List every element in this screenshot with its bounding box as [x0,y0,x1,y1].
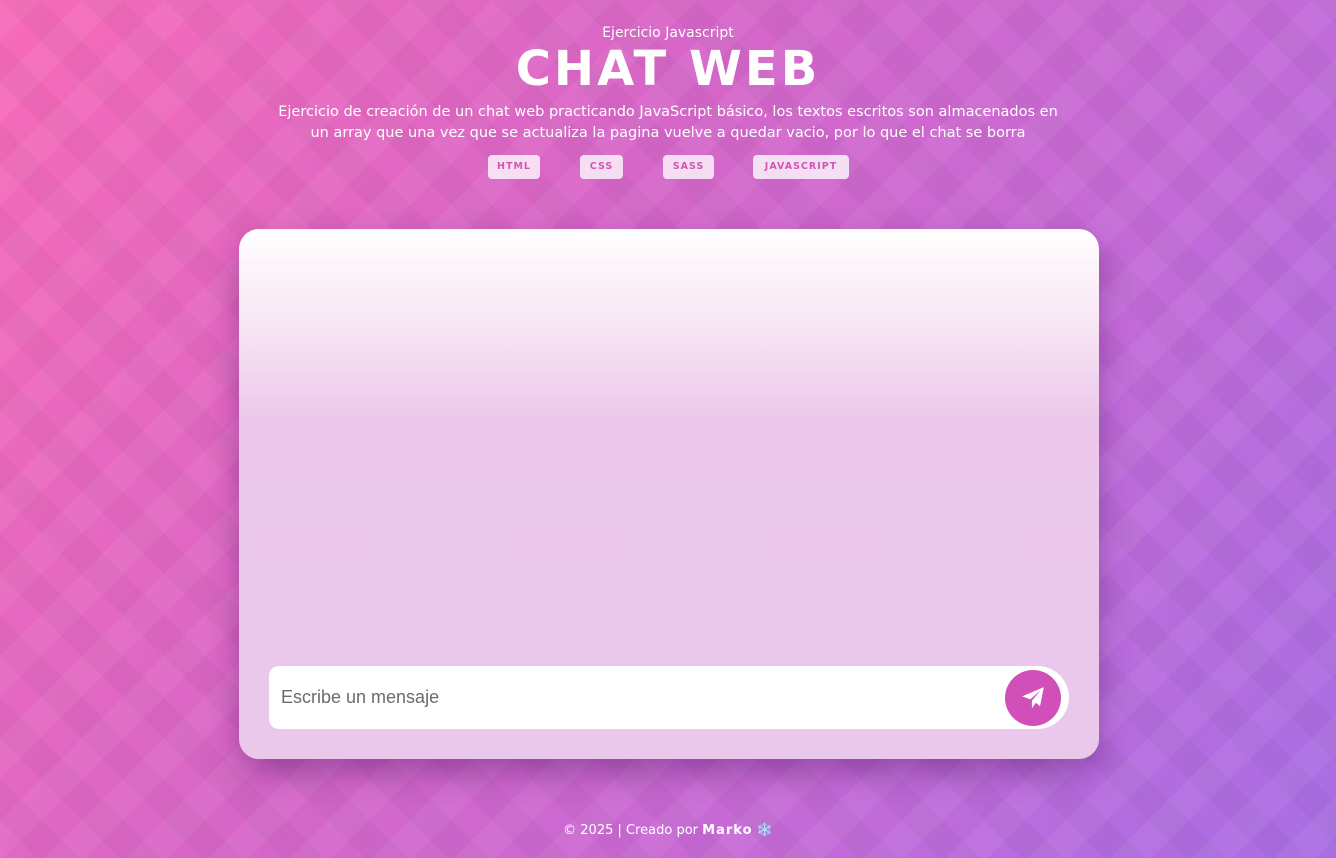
tech-tags: HTML CSS SASS JAVASCRIPT [0,155,1336,179]
tag-html: HTML [488,155,540,179]
footer-copyright: © 2025 | Creado por [563,823,699,838]
tag-sass: SASS [663,155,714,179]
message-input[interactable] [269,666,989,729]
message-list [239,229,1099,649]
snowflake-icon: ❄️ [756,823,773,838]
tag-css: CSS [580,155,623,179]
page-title: CHAT WEB [515,41,821,97]
tag-javascript: JAVASCRIPT [753,155,849,179]
page-footer: © 2025 | Creado por Marko ❄️ [0,822,1336,840]
footer-author: Marko [702,823,753,838]
chat-window [239,229,1099,759]
page-description: Ejercicio de creación de un chat web pra… [278,104,1058,141]
message-composer [269,666,1069,729]
send-button[interactable] [1005,670,1061,726]
paper-plane-icon [1022,687,1044,709]
